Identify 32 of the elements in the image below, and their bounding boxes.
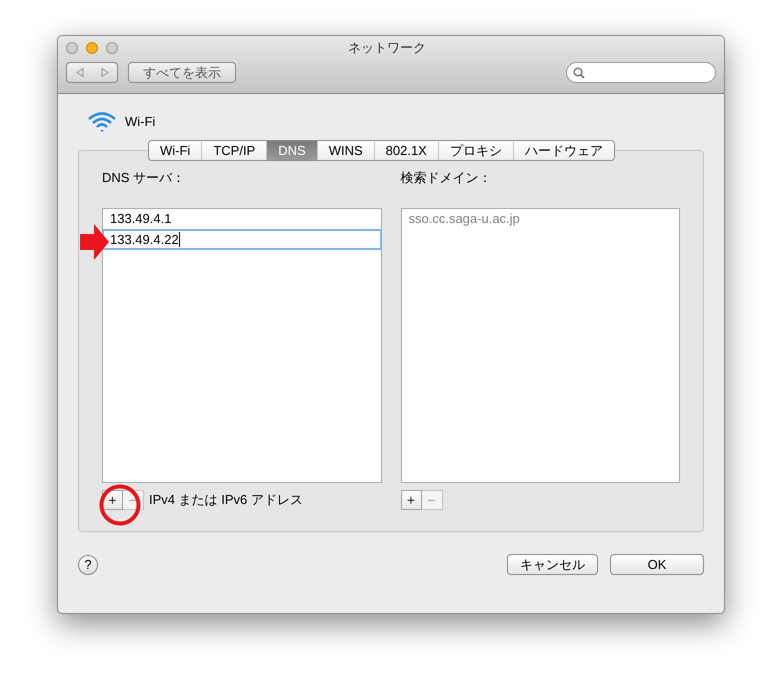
back-forward-control[interactable] <box>66 62 118 83</box>
tab[interactable]: プロキシ <box>438 141 513 160</box>
hint-text: IPv4 または IPv6 アドレス <box>149 491 303 510</box>
close-button[interactable] <box>66 42 78 54</box>
add-button[interactable]: + <box>400 490 422 510</box>
text-cursor <box>178 232 180 247</box>
tab[interactable]: WINS <box>316 141 374 160</box>
wifi-icon <box>87 110 117 134</box>
tab[interactable]: ハードウェア <box>512 141 614 160</box>
annotation-circle-drawing <box>99 484 141 526</box>
help-button[interactable]: ? <box>78 554 98 574</box>
tab[interactable]: TCP/IP <box>201 141 266 160</box>
forward-icon[interactable] <box>100 68 108 77</box>
list-label: DNS サーバ： <box>102 169 186 187</box>
show-all-button[interactable]: すべてを表示 <box>128 62 236 83</box>
service-name: Wi-Fi <box>125 113 156 132</box>
window-title: ネットワーク <box>348 39 426 58</box>
cancel-button[interactable]: キャンセル <box>507 554 598 575</box>
list-entry-field[interactable]: 133.49.4.22 <box>102 229 382 250</box>
search-icon <box>573 66 585 78</box>
entry-text: 133.49.4.22 <box>110 230 179 249</box>
list-entry[interactable]: sso.cc.saga-u.ac.jp <box>402 209 679 229</box>
list-label: 検索ドメイン： <box>400 169 492 187</box>
minimize-button[interactable] <box>86 42 98 54</box>
ok-button[interactable]: OK <box>610 554 704 575</box>
annotation-arrow-drawing <box>80 224 109 260</box>
tab[interactable]: 802.1X <box>374 141 438 160</box>
zoom-button[interactable] <box>106 42 118 54</box>
search-field[interactable] <box>566 62 716 83</box>
list-entry[interactable]: 133.49.4.1 <box>103 209 380 229</box>
back-icon[interactable] <box>76 68 84 77</box>
tab[interactable]: Wi-Fi <box>149 141 202 160</box>
